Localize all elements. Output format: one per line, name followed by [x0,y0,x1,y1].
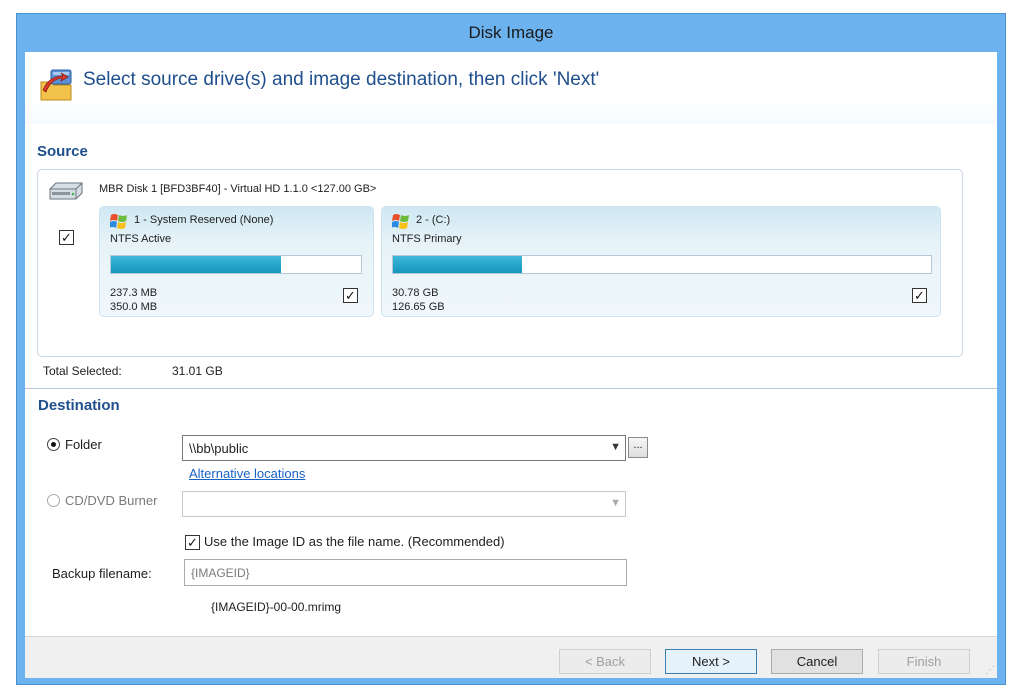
partition-2-checkbox[interactable]: ✓ [912,288,927,303]
destination-section-title: Destination [38,397,120,414]
folder-path-combo[interactable]: \\bb\public ▼ [182,435,626,461]
partition-2-filesystem: NTFS Primary [392,233,462,245]
cd-dvd-radio-label[interactable]: CD/DVD Burner [65,493,157,508]
alternative-locations-link[interactable]: Alternative locations [189,466,305,481]
partition-2-usage-fill [393,256,523,273]
chevron-down-icon[interactable]: ▼ [610,497,621,509]
partition-1-name: 1 - System Reserved (None) [134,214,274,226]
partition-2-name: 2 - (C:) [416,214,451,226]
resize-grip-icon[interactable]: ⋰ [985,665,995,676]
source-disk-panel: MBR Disk 1 [BFD3BF40] - Virtual HD 1.1.0… [37,169,963,357]
filename-preview: {IMAGEID}-00-00.mrimg [211,600,342,614]
dialog-client: Select source drive(s) and image destina… [25,52,997,678]
partition-2[interactable]: 2 - (C:) NTFS Primary 30.78 GB 126.65 GB… [381,206,941,317]
window-title: Disk Image [468,23,554,42]
cd-dvd-combo[interactable]: ▼ [182,491,626,517]
next-button[interactable]: Next > [665,649,757,674]
disk-label: MBR Disk 1 [BFD3BF40] - Virtual HD 1.1.0… [99,183,377,195]
partition-2-usage-bar [392,255,932,274]
back-button[interactable]: < Back [559,649,651,674]
backup-filename-value: {IMAGEID} [191,566,250,580]
partition-1-total: 350.0 MB [110,301,158,313]
cancel-button[interactable]: Cancel [771,649,863,674]
partition-2-total: 126.65 GB [392,301,445,313]
partition-1-usage-fill [111,256,281,273]
partition-1-usage-bar [110,255,362,274]
windows-flag-icon [392,214,409,229]
partition-1-checkbox[interactable]: ✓ [343,288,358,303]
folder-radio[interactable] [47,438,60,451]
dialog-footer: < Back Next > Cancel Finish ⋰ [25,636,997,678]
use-imageid-checkbox[interactable]: ✓ [185,535,200,550]
partition-1[interactable]: 1 - System Reserved (None) NTFS Active 2… [99,206,374,317]
partition-1-filesystem: NTFS Active [110,233,172,245]
folder-radio-dot [51,442,56,447]
disk-checkbox[interactable]: ✓ [59,230,74,245]
total-selected-label: Total Selected: [43,364,122,378]
backup-filename-label: Backup filename: [52,566,152,581]
backup-filename-input[interactable]: {IMAGEID} [184,559,627,586]
browse-button[interactable]: ... [628,437,648,458]
chevron-down-icon[interactable]: ▼ [610,441,621,453]
total-selected-value: 31.01 GB [172,364,223,378]
section-divider [25,388,997,389]
folder-path-value[interactable]: \\bb\public [189,441,248,456]
cd-dvd-radio[interactable] [47,494,60,507]
windows-flag-icon [110,214,127,229]
hard-disk-icon [49,182,83,200]
source-section-title: Source [37,143,88,160]
disk-image-wizard-icon [40,69,72,101]
disk-image-window: Disk Image Select source drive(s) and im… [16,13,1006,685]
use-imageid-label[interactable]: Use the Image ID as the file name. (Reco… [204,534,505,549]
partition-2-used: 30.78 GB [392,287,439,299]
header-instruction: Select source drive(s) and image destina… [83,69,600,90]
header-band: Select source drive(s) and image destina… [25,52,997,124]
folder-radio-label[interactable]: Folder [65,437,102,452]
partition-1-used: 237.3 MB [110,287,158,299]
finish-button[interactable]: Finish [878,649,970,674]
